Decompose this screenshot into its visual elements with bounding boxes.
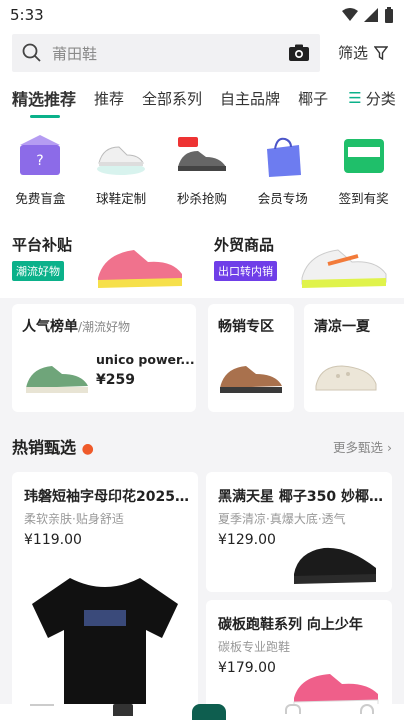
product-title: 玮磐短袖字母印花2025... bbox=[24, 489, 190, 505]
quick-link-label: 秒杀抢购 bbox=[176, 191, 227, 206]
product-card-tshirt[interactable]: 玮磐短袖字母印花2025... 柔软亲肤·贴身舒适 ¥119.00 bbox=[12, 472, 198, 720]
promo-foreign-trade[interactable]: 外贸商品 出口转内销 bbox=[214, 234, 277, 281]
white-sneaker-image[interactable] bbox=[298, 234, 390, 290]
popular-subtitle: /潮流好物 bbox=[78, 320, 131, 334]
popular-card[interactable]: 人气榜单/潮流好物 unico power... ¥259 bbox=[12, 304, 196, 412]
product-subtitle: 碳板专业跑鞋 bbox=[218, 640, 291, 654]
svg-text:?: ? bbox=[37, 153, 44, 169]
status-icons bbox=[342, 7, 394, 23]
nav-cart-icon[interactable] bbox=[285, 704, 302, 714]
hot-section-header: 热销甄选 ● 更多甄选 › bbox=[0, 426, 404, 466]
promo-foreign-title: 外贸商品 bbox=[214, 236, 275, 254]
product-price: ¥119.00 bbox=[24, 532, 82, 548]
bottom-nav bbox=[0, 704, 404, 720]
product-card-carbon[interactable]: 碳板跑鞋系列 向上少年 碳板专业跑鞋 ¥179.00 bbox=[206, 600, 392, 720]
quick-link-checkin[interactable]: 签到有奖 bbox=[325, 132, 403, 218]
quick-links: ? 免费盲盒 球鞋定制 秒杀抢购 会员专场 签到有奖 bbox=[0, 118, 404, 218]
status-bar: 5:33 bbox=[0, 0, 404, 30]
pink-sneaker-image[interactable] bbox=[94, 234, 186, 290]
menu-lines-icon: ☰ bbox=[348, 89, 362, 107]
fire-icon: ● bbox=[81, 441, 94, 457]
product-price: ¥179.00 bbox=[218, 660, 276, 676]
tab-recommend[interactable]: 推荐 bbox=[94, 88, 124, 109]
product-card-yeezy[interactable]: 黑满天星 椰子350 妙椰... 夏季清凉·真爆大底·透气 ¥129.00 bbox=[206, 472, 392, 592]
filter-button[interactable]: 筛选 bbox=[338, 42, 389, 63]
product-price: ¥129.00 bbox=[218, 532, 276, 548]
battery-icon bbox=[385, 7, 393, 23]
brown-sneaker-image bbox=[220, 366, 282, 393]
ranking-cards: 人气榜单/潮流好物 unico power... ¥259 畅销专区 清凉一夏 bbox=[0, 298, 404, 420]
promo-subsidy-title: 平台补贴 bbox=[12, 236, 73, 254]
green-sneaker-image bbox=[26, 366, 88, 393]
quick-link-member[interactable]: 会员专场 bbox=[244, 132, 322, 218]
camera-icon[interactable] bbox=[288, 44, 310, 62]
signal-icon bbox=[364, 8, 378, 22]
hot-title-text: 热销甄选 bbox=[12, 438, 77, 457]
nav-category-icon[interactable] bbox=[112, 704, 133, 716]
nav-center-icon[interactable] bbox=[191, 704, 226, 720]
bestseller-card[interactable]: 畅销专区 bbox=[208, 304, 294, 412]
black-sneaker-image bbox=[294, 547, 376, 584]
popular-card-title: 人气榜单/潮流好物 bbox=[22, 316, 130, 336]
pink-runner-image bbox=[293, 674, 379, 710]
sneaker-custom-icon bbox=[97, 146, 146, 175]
promo-subsidy[interactable]: 平台补贴 潮流好物 bbox=[12, 234, 72, 281]
filter-icon bbox=[374, 45, 389, 60]
category-button-label: 分类 bbox=[365, 89, 396, 108]
cool-card-title: 清凉一夏 bbox=[314, 319, 370, 335]
tab-own-brand[interactable]: 自主品牌 bbox=[220, 88, 280, 109]
clog-image bbox=[315, 365, 377, 391]
tab-all-series[interactable]: 全部系列 bbox=[142, 88, 202, 109]
promo-foreign-tag: 出口转内销 bbox=[214, 261, 277, 281]
flash-sale-icon bbox=[177, 137, 226, 171]
nav-profile-icon[interactable] bbox=[360, 704, 375, 714]
product-subtitle: 夏季清凉·真爆大底·透气 bbox=[218, 512, 346, 526]
search-icon bbox=[22, 43, 41, 62]
nav-home-icon[interactable] bbox=[29, 704, 54, 714]
filter-label: 筛选 bbox=[338, 44, 369, 62]
cool-summer-card[interactable]: 清凉一夏 bbox=[304, 304, 404, 412]
popular-item-name: unico power... bbox=[96, 352, 195, 367]
popular-item-price: ¥259 bbox=[96, 372, 135, 388]
quick-link-label: 球鞋定制 bbox=[96, 191, 147, 206]
member-bag-icon bbox=[266, 137, 301, 177]
quick-link-blind-box[interactable]: ? 免费盲盒 bbox=[1, 132, 79, 218]
product-title: 碳板跑鞋系列 向上少年 bbox=[218, 617, 363, 633]
quick-link-custom[interactable]: 球鞋定制 bbox=[82, 132, 160, 218]
popular-title: 人气榜单 bbox=[22, 319, 78, 335]
tab-yeezy[interactable]: 椰子 bbox=[298, 88, 328, 109]
checkin-icon bbox=[343, 139, 384, 173]
product-subtitle: 柔软亲肤·贴身舒适 bbox=[24, 512, 124, 526]
tshirt-image bbox=[32, 578, 178, 720]
promo-subsidy-tag: 潮流好物 bbox=[12, 261, 64, 281]
search-bar[interactable]: 莆田鞋 bbox=[12, 34, 320, 72]
quick-link-label: 会员专场 bbox=[257, 191, 308, 206]
product-title: 黑满天星 椰子350 妙椰... bbox=[218, 489, 384, 505]
tab-featured[interactable]: 精选推荐 bbox=[12, 86, 76, 118]
category-tabs: 精选推荐 推荐 全部系列 自主品牌 椰子 ☰ 分类 bbox=[0, 78, 404, 118]
more-selection-link[interactable]: 更多甄选 › bbox=[333, 437, 392, 456]
quick-link-label: 免费盲盒 bbox=[15, 191, 66, 206]
category-button[interactable]: ☰ 分类 bbox=[340, 78, 404, 118]
quick-link-flash-sale[interactable]: 秒杀抢购 bbox=[163, 132, 241, 218]
bestseller-card-title: 畅销专区 bbox=[218, 319, 274, 335]
blind-box-icon: ? bbox=[20, 135, 61, 175]
search-placeholder[interactable]: 莆田鞋 bbox=[52, 43, 288, 64]
status-time: 5:33 bbox=[10, 6, 44, 24]
quick-link-label: 签到有奖 bbox=[338, 191, 389, 206]
top-bar: 莆田鞋 筛选 bbox=[0, 30, 404, 78]
promo-row: 平台补贴 潮流好物 外贸商品 出口转内销 bbox=[0, 218, 404, 298]
hot-section-title: 热销甄选 ● bbox=[12, 434, 333, 458]
wifi-icon bbox=[342, 8, 358, 21]
